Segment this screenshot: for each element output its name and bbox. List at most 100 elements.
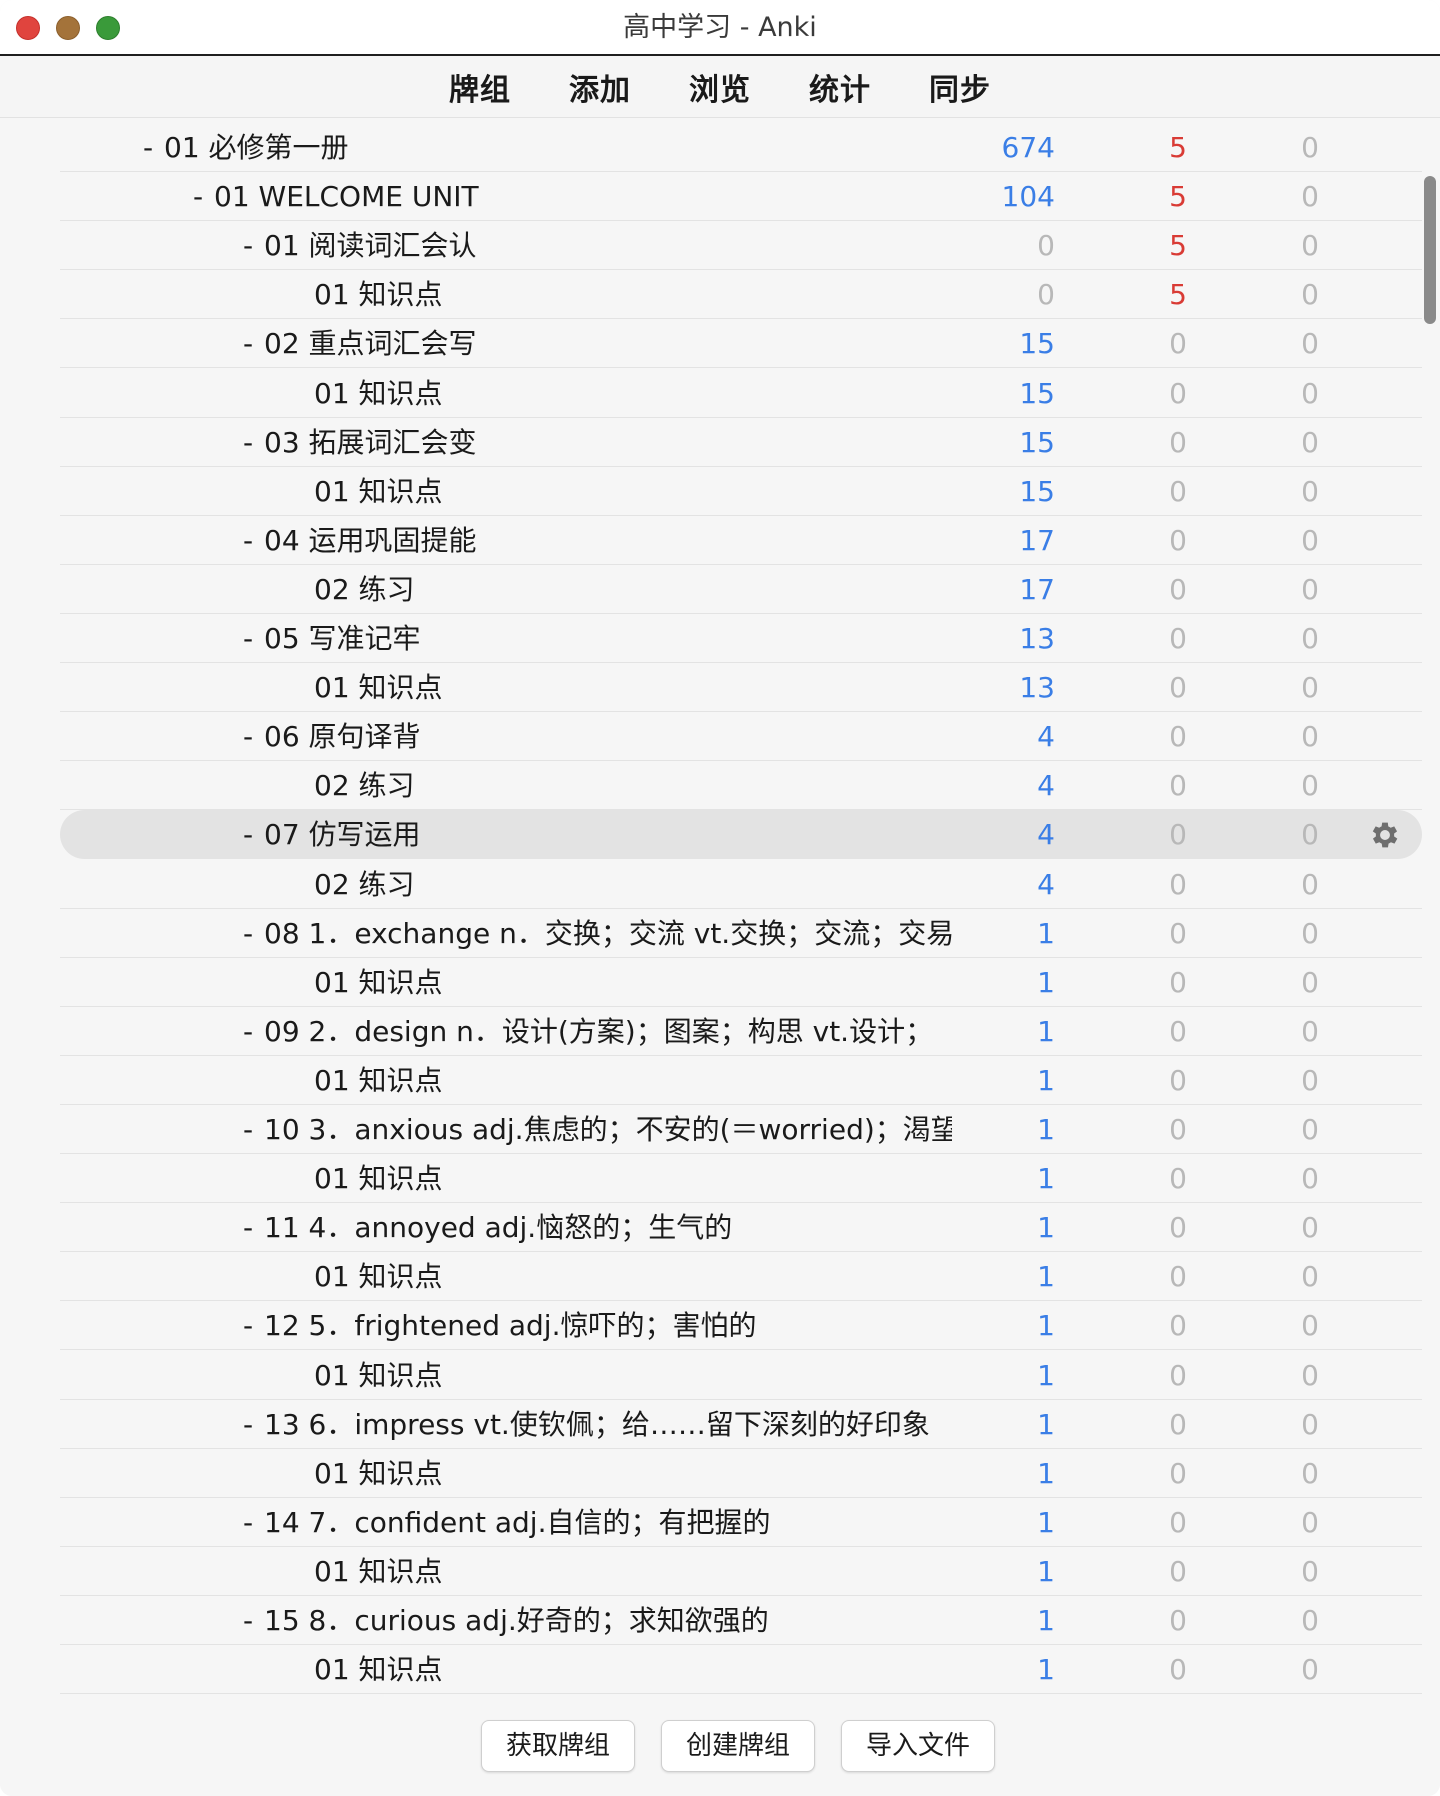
deck-row[interactable]: -05 写准记牢 13 0 0: [60, 614, 1422, 663]
deck-row[interactable]: 01 知识点 1 0 0: [60, 1645, 1422, 1694]
gear-icon[interactable]: [1368, 818, 1402, 852]
deck-row[interactable]: 02 练习 17 0 0: [60, 565, 1422, 614]
new-count: 0: [1037, 278, 1055, 312]
collapse-toggle[interactable]: -: [238, 1400, 258, 1449]
review-count: 0: [1301, 1407, 1319, 1441]
deck-name[interactable]: 11 4．annoyed adj.恼怒的；生气的: [264, 1203, 952, 1252]
collapse-toggle[interactable]: -: [238, 712, 258, 761]
deck-row[interactable]: 01 知识点 15 0 0: [60, 467, 1422, 516]
toolbar-sync[interactable]: 同步: [900, 65, 1020, 109]
deck-name[interactable]: 02 重点词汇会写: [264, 319, 952, 368]
collapse-toggle[interactable]: -: [238, 1301, 258, 1350]
deck-name[interactable]: 01 知识点: [314, 1449, 952, 1498]
collapse-toggle[interactable]: -: [238, 909, 258, 958]
review-count: 0: [1301, 1063, 1319, 1097]
deck-row[interactable]: 01 知识点 1 0 0: [60, 1449, 1422, 1498]
deck-row[interactable]: -01 必修第一册 674 5 0: [60, 123, 1422, 172]
toolbar-browse[interactable]: 浏览: [660, 65, 780, 109]
collapse-toggle[interactable]: -: [238, 1203, 258, 1252]
collapse-toggle[interactable]: -: [238, 1007, 258, 1056]
deck-name[interactable]: 01 WELCOME UNIT: [214, 172, 952, 221]
deck-row[interactable]: -15 8．curious adj.好奇的；求知欲强的 1 0 0: [60, 1596, 1422, 1645]
deck-row[interactable]: 01 知识点 1 0 0: [60, 958, 1422, 1007]
deck-name[interactable]: 05 写准记牢: [264, 614, 952, 663]
deck-row[interactable]: -01 WELCOME UNIT 104 5 0: [60, 172, 1422, 222]
toolbar-stats[interactable]: 统计: [780, 65, 900, 109]
deck-row[interactable]: 01 知识点 1 0 0: [60, 1547, 1422, 1596]
create-deck-button[interactable]: 创建牌组: [661, 1720, 815, 1772]
deck-name[interactable]: 01 必修第一册: [164, 123, 952, 172]
deck-row[interactable]: -01 阅读词汇会认 0 5 0: [60, 221, 1422, 271]
deck-name[interactable]: 10 3．anxious adj.焦虑的；不安的(＝worried)；渴望的: [264, 1105, 952, 1154]
get-shared-button[interactable]: 获取牌组: [481, 1720, 635, 1772]
deck-name[interactable]: 13 6．impress vt.使钦佩；给……留下深刻的好印象: [264, 1400, 952, 1449]
deck-name[interactable]: 01 知识点: [314, 1547, 952, 1596]
deck-row[interactable]: -12 5．frightened adj.惊吓的；害怕的 1 0 0: [60, 1301, 1422, 1351]
deck-name[interactable]: 01 知识点: [314, 1252, 952, 1301]
deck-row[interactable]: -06 原句译背 4 0 0: [60, 712, 1422, 762]
deck-name[interactable]: 02 练习: [314, 761, 952, 810]
learn-count: 5: [1169, 229, 1187, 263]
deck-list-scrollbar[interactable]: [1422, 120, 1440, 1694]
deck-row[interactable]: -14 7．confident adj.自信的；有把握的 1 0 0: [60, 1498, 1422, 1547]
collapse-toggle[interactable]: -: [238, 1596, 258, 1645]
deck-name[interactable]: 01 知识点: [314, 1056, 952, 1105]
deck-row[interactable]: 01 知识点 1 0 0: [60, 1154, 1422, 1204]
deck-name[interactable]: 01 知识点: [314, 958, 952, 1007]
deck-row-selected[interactable]: -07 仿写运用 4 0 0: [60, 810, 1422, 860]
deck-name[interactable]: 15 8．curious adj.好奇的；求知欲强的: [264, 1596, 952, 1645]
deck-name[interactable]: 01 阅读词汇会认: [264, 221, 952, 270]
deck-row[interactable]: -08 1．exchange n．交换；交流 vt.交换；交流；交易 1 0 0: [60, 909, 1422, 958]
deck-name[interactable]: 01 知识点: [314, 467, 952, 516]
collapse-toggle[interactable]: -: [188, 172, 208, 221]
deck-name[interactable]: 01 知识点: [314, 270, 952, 319]
deck-name[interactable]: 03 拓展词汇会变: [264, 418, 952, 467]
collapse-toggle[interactable]: -: [238, 1498, 258, 1547]
deck-name[interactable]: 14 7．confident adj.自信的；有把握的: [264, 1498, 952, 1547]
deck-row[interactable]: 01 知识点 1 0 0: [60, 1056, 1422, 1105]
deck-name[interactable]: 08 1．exchange n．交换；交流 vt.交换；交流；交易: [264, 909, 952, 958]
toolbar-add[interactable]: 添加: [540, 65, 660, 109]
deck-name[interactable]: 01 知识点: [314, 369, 952, 418]
deck-name[interactable]: 06 原句译背: [264, 712, 952, 761]
toolbar-decks[interactable]: 牌组: [420, 65, 540, 109]
learn-count: 0: [1169, 1604, 1187, 1637]
collapse-toggle[interactable]: -: [238, 221, 258, 270]
learn-count: 0: [1169, 622, 1187, 655]
deck-row[interactable]: -09 2．design n．设计(方案)；图案；构思 vt.设计； 1 0 0: [60, 1007, 1422, 1056]
deck-row[interactable]: -02 重点词汇会写 15 0 0: [60, 319, 1422, 369]
main-toolbar: 牌组 添加 浏览 统计 同步: [0, 56, 1440, 118]
deck-name[interactable]: 02 练习: [314, 860, 952, 909]
deck-row[interactable]: -13 6．impress vt.使钦佩；给……留下深刻的好印象 1 0 0: [60, 1400, 1422, 1449]
deck-row[interactable]: 02 练习 4 0 0: [60, 860, 1422, 909]
collapse-toggle[interactable]: -: [238, 418, 258, 467]
deck-name[interactable]: 02 练习: [314, 565, 952, 614]
deck-name[interactable]: 01 知识点: [314, 1645, 952, 1694]
deck-row[interactable]: 01 知识点 1 0 0: [60, 1351, 1422, 1400]
scrollbar-thumb[interactable]: [1424, 176, 1436, 324]
deck-row[interactable]: 01 知识点 1 0 0: [60, 1252, 1422, 1302]
deck-name[interactable]: 01 知识点: [314, 1351, 952, 1400]
deck-row[interactable]: -11 4．annoyed adj.恼怒的；生气的 1 0 0: [60, 1203, 1422, 1253]
learn-count: 0: [1169, 1456, 1187, 1490]
deck-name[interactable]: 12 5．frightened adj.惊吓的；害怕的: [264, 1301, 952, 1350]
deck-name[interactable]: 07 仿写运用: [264, 810, 952, 859]
collapse-toggle[interactable]: -: [238, 614, 258, 663]
deck-name[interactable]: 04 运用巩固提能: [264, 516, 952, 565]
collapse-toggle[interactable]: -: [238, 1105, 258, 1154]
deck-row[interactable]: 01 知识点 15 0 0: [60, 369, 1422, 418]
collapse-toggle[interactable]: -: [238, 810, 258, 859]
deck-name[interactable]: 01 知识点: [314, 1154, 952, 1203]
collapse-toggle[interactable]: -: [238, 516, 258, 565]
collapse-toggle[interactable]: -: [138, 123, 158, 172]
deck-row[interactable]: -04 运用巩固提能 17 0 0: [60, 516, 1422, 565]
deck-name[interactable]: 09 2．design n．设计(方案)；图案；构思 vt.设计；: [264, 1007, 952, 1056]
import-file-button[interactable]: 导入文件: [841, 1720, 995, 1772]
collapse-toggle[interactable]: -: [238, 319, 258, 368]
deck-name[interactable]: 01 知识点: [314, 663, 952, 712]
deck-row[interactable]: -03 拓展词汇会变 15 0 0: [60, 418, 1422, 467]
deck-row[interactable]: 01 知识点 0 5 0: [60, 270, 1422, 320]
deck-row[interactable]: 02 练习 4 0 0: [60, 761, 1422, 811]
deck-row[interactable]: -10 3．anxious adj.焦虑的；不安的(＝worried)；渴望的 1…: [60, 1105, 1422, 1154]
deck-row[interactable]: 01 知识点 13 0 0: [60, 663, 1422, 713]
